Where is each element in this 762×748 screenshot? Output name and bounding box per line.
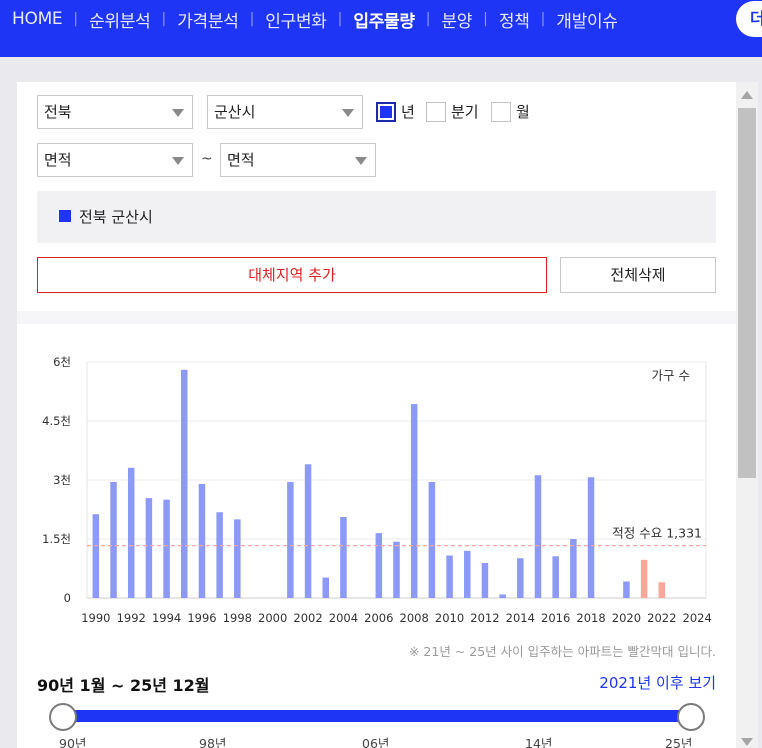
content-panel: 전북 군산시 년 분기 월 면적 ~ 면적 전북 군산시 대체지역 추가 전체삭…	[17, 82, 736, 748]
bar-2002	[304, 464, 312, 598]
slider-tick: 25년	[665, 736, 693, 748]
nav-separator: |	[161, 11, 167, 27]
x-tick-label: 2018	[576, 611, 605, 625]
bar-2001	[287, 481, 294, 598]
bar-2015	[534, 475, 542, 598]
x-tick-label: 2002	[293, 611, 322, 625]
nav-item[interactable]: 인구변화	[265, 7, 327, 32]
nav-item[interactable]: 분양	[441, 7, 472, 32]
bar-2009	[428, 481, 436, 598]
bar-1996	[198, 483, 206, 598]
y-tick-label: 4.5천	[42, 414, 71, 428]
move-in-volume-chart: 0 1.5천 3천 4.5천 6천 1990 1992 1994 1996 1998 2000 200…	[42, 355, 712, 625]
scrollbar-thumb[interactable]	[738, 108, 756, 478]
x-tick-label: 2012	[470, 611, 499, 625]
bar-1998	[234, 519, 241, 598]
nav-item[interactable]: 순위분석	[89, 7, 151, 32]
slider-tick: 98년	[199, 736, 227, 748]
bar-2007	[393, 541, 400, 598]
x-tick-label: 2000	[258, 611, 287, 625]
bar-1990	[92, 514, 100, 598]
x-tick-label: 2014	[506, 611, 535, 625]
date-range-label: 90년 1월 ~ 25년 12월	[37, 676, 210, 695]
bar-2020	[623, 581, 630, 598]
range-start-handle[interactable]	[49, 703, 77, 731]
x-tick-label: 2006	[364, 611, 393, 625]
bar-1992	[127, 467, 135, 598]
x-tick-label: 1992	[117, 611, 146, 625]
chart-note: ※ 21년 ~ 25년 사이 입주하는 아파트는 빨간막대 입니다.	[408, 644, 716, 659]
bar-2006	[375, 533, 383, 598]
x-tick-label: 1996	[187, 611, 216, 625]
bar-2017	[570, 539, 577, 598]
y-tick-label: 1.5천	[42, 532, 71, 546]
x-tick-label: 1998	[223, 611, 252, 625]
bar-1997	[216, 512, 223, 598]
unit-label: 가구 수	[652, 368, 690, 383]
x-tick-label: 1990	[81, 611, 110, 625]
x-tick-label: 2004	[329, 611, 358, 625]
bar-2013	[499, 594, 506, 598]
bar-2012	[481, 562, 489, 598]
slider-tick: 14년	[525, 736, 553, 748]
nav-item[interactable]: HOME	[12, 9, 63, 29]
y-tick-label: 3천	[53, 473, 71, 487]
bar-2014	[517, 558, 524, 598]
x-tick-label: 2024	[683, 611, 712, 625]
nav-item[interactable]: 개발이슈	[556, 7, 618, 32]
date-range-slider-track[interactable]	[63, 710, 691, 722]
x-tick-label: 2022	[647, 611, 676, 625]
y-tick-label: 6천	[53, 355, 71, 369]
scroll-down-arrow-icon[interactable]	[741, 738, 753, 746]
y-tick-label: 0	[64, 591, 71, 605]
bar-2010	[446, 555, 453, 598]
nav-separator: |	[540, 11, 546, 27]
nav-items: HOME | 순위분석 | 가격분석 | 인구변화 | 입주물량 | 분양 | 정책 | 개발이슈	[12, 0, 618, 38]
x-tick-label: 2020	[612, 611, 641, 625]
nav-separator: |	[337, 11, 343, 27]
slider-tick: 06년	[362, 736, 390, 748]
scroll-up-arrow-icon[interactable]	[741, 91, 753, 99]
bar-2003	[322, 577, 330, 598]
x-tick-label: 2008	[400, 611, 429, 625]
x-tick-label: 2016	[541, 611, 570, 625]
bar-2004	[340, 516, 347, 598]
bar-1994	[163, 499, 170, 598]
nav-separator: |	[249, 11, 255, 27]
bar-2021	[640, 559, 648, 598]
nav-item[interactable]: 가격분석	[177, 7, 239, 32]
nav-separator: |	[73, 11, 79, 27]
slider-tick: 90년	[59, 736, 87, 748]
bar-2016	[552, 556, 559, 598]
bar-2008	[410, 404, 418, 598]
bar-1995	[181, 369, 188, 598]
nav-separator: |	[425, 11, 431, 27]
top-nav: HOME | 순위분석 | 가격분석 | 인구변화 | 입주물량 | 분양 | 정책 | 개발이슈 더	[0, 0, 762, 57]
nav-more-button[interactable]: 더	[736, 1, 762, 37]
bar-2011	[463, 550, 471, 598]
x-tick-label: 1994	[152, 611, 181, 625]
nav-item[interactable]: 정책	[499, 7, 530, 32]
bar-2018	[587, 477, 595, 598]
nav-item[interactable]: 입주물량	[353, 7, 415, 32]
nav-separator: |	[483, 11, 488, 27]
reference-line-label: 적정 수요 1,331	[612, 526, 702, 541]
view-since-2021-link[interactable]: 2021년 이후 보기	[599, 672, 716, 693]
page-scrollbar[interactable]	[736, 82, 758, 748]
range-end-handle[interactable]	[677, 703, 705, 731]
bar-2022	[658, 582, 666, 598]
bar-1993	[145, 498, 153, 598]
bar-1991	[110, 481, 117, 598]
x-tick-label: 2010	[435, 611, 464, 625]
